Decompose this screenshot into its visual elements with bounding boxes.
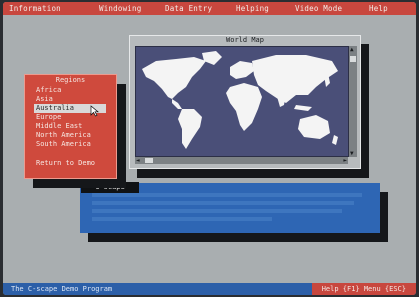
region-item-africa[interactable]: Africa xyxy=(34,86,106,95)
menu-helping[interactable]: Helping xyxy=(236,4,269,13)
menu-windowing[interactable]: Windowing xyxy=(99,4,141,13)
region-item-south-america[interactable]: South America xyxy=(34,140,106,149)
regions-menu-title: Regions xyxy=(55,76,86,84)
world-map-window[interactable]: World Map ▲ ▼ ◄ ► xyxy=(129,35,361,169)
regions-menu: Regions Africa Asia Australia Europe Mid… xyxy=(24,74,117,179)
status-key-hints[interactable]: Help {F1} Menu {ESC} xyxy=(311,283,416,295)
region-item-north-america[interactable]: North America xyxy=(34,131,106,140)
horizontal-scroll-thumb[interactable] xyxy=(145,158,153,163)
menu-help[interactable]: Help xyxy=(369,4,388,13)
map-vertical-scrollbar[interactable]: ▲ ▼ xyxy=(349,46,357,157)
blurred-text-line xyxy=(92,217,272,221)
status-program-name: The C-scape Demo Program xyxy=(11,285,113,293)
top-menu-bar: Information Windowing Data Entry Helping… xyxy=(3,2,416,15)
menu-video-mode[interactable]: Video Mode xyxy=(295,4,342,13)
blurred-text-line xyxy=(92,201,354,205)
region-item-middle-east[interactable]: Middle East xyxy=(34,122,106,131)
dos-screen: Information Windowing Data Entry Helping… xyxy=(3,2,416,295)
return-to-demo-item[interactable]: Return to Demo xyxy=(34,159,106,168)
region-item-asia[interactable]: Asia xyxy=(34,95,106,104)
scroll-up-icon[interactable]: ▲ xyxy=(350,46,354,53)
mouse-pointer-icon xyxy=(90,105,99,117)
blurred-text-line xyxy=(92,209,342,213)
vertical-scroll-thumb[interactable] xyxy=(350,56,356,62)
map-horizontal-scrollbar[interactable]: ◄ ► xyxy=(135,157,348,164)
menu-data-entry[interactable]: Data Entry xyxy=(165,4,212,13)
world-map-graphic xyxy=(142,51,338,149)
status-bar: The C-scape Demo Program Help {F1} Menu … xyxy=(3,283,416,295)
menu-information[interactable]: Information xyxy=(9,4,61,13)
world-map[interactable] xyxy=(135,46,349,157)
scroll-down-icon[interactable]: ▼ xyxy=(350,150,354,157)
blurred-text-line xyxy=(92,193,362,197)
scroll-left-icon[interactable]: ◄ xyxy=(136,157,140,164)
scroll-right-icon[interactable]: ► xyxy=(343,157,347,164)
map-window-title: World Map xyxy=(226,36,264,44)
